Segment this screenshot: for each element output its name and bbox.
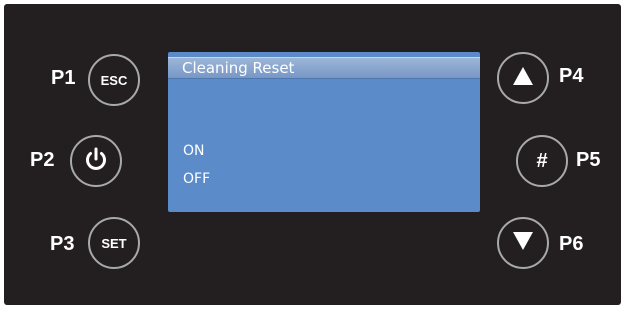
up-button[interactable]	[497, 52, 549, 104]
esc-button-label: ESC	[100, 72, 128, 88]
triangle-up-icon	[511, 65, 535, 92]
label-p3: P3	[50, 233, 75, 255]
triangle-down-icon	[511, 230, 535, 257]
label-p6: P6	[559, 233, 584, 255]
power-icon	[81, 144, 111, 179]
power-button[interactable]	[70, 135, 122, 187]
lcd-screen: Cleaning Reset ON OFF	[168, 52, 480, 212]
label-p1: P1	[51, 67, 76, 89]
hash-button-label: #	[536, 149, 548, 172]
control-panel: P1 P2 P3 ESC SET Cleaning Reset ON OFF #	[4, 4, 621, 305]
option-off[interactable]: OFF	[183, 171, 210, 187]
screen-title: Cleaning Reset	[168, 57, 480, 79]
esc-button[interactable]: ESC	[88, 54, 140, 106]
label-p4: P4	[559, 65, 584, 87]
label-p2: P2	[30, 149, 55, 171]
set-button[interactable]: SET	[88, 217, 140, 269]
hash-button[interactable]: #	[516, 135, 568, 187]
label-p5: P5	[576, 149, 601, 171]
down-button[interactable]	[497, 217, 549, 269]
option-on[interactable]: ON	[183, 143, 205, 159]
set-button-label: SET	[101, 235, 127, 251]
